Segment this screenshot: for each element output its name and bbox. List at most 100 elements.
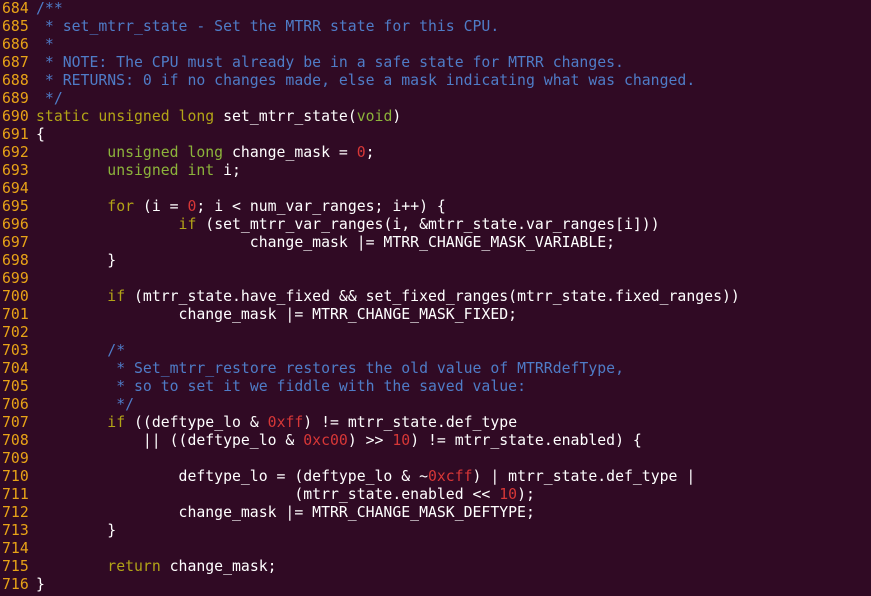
code-text: } — [36, 522, 116, 539]
code-text: unsigned int i; — [36, 162, 241, 179]
code-text: if (set_mtrr_var_ranges(i, &mtrr_state.v… — [36, 216, 660, 233]
code-line[interactable]: 694 — [0, 180, 871, 198]
code-line[interactable]: 714 — [0, 540, 871, 558]
line-number: 695 — [2, 198, 29, 215]
code-line[interactable]: 712 change_mask |= MTRR_CHANGE_MASK_DEFT… — [0, 504, 871, 522]
code-text: * Set_mtrr_restore restores the old valu… — [36, 360, 624, 377]
code-text: unsigned long change_mask = 0; — [36, 144, 375, 161]
code-text: change_mask |= MTRR_CHANGE_MASK_FIXED; — [36, 306, 518, 323]
code-line[interactable]: 698 } — [0, 252, 871, 270]
token-plain: } — [36, 252, 117, 269]
code-line[interactable]: 699 — [0, 270, 871, 288]
code-text: change_mask |= MTRR_CHANGE_MASK_DEFTYPE; — [36, 504, 535, 521]
line-number: 684 — [2, 0, 29, 17]
line-number: 709 — [2, 450, 29, 467]
code-text: * NOTE: The CPU must already be in a saf… — [36, 54, 624, 71]
token-plain: ) >> — [347, 432, 393, 449]
code-text: } — [36, 252, 116, 269]
code-text: (mtrr_state.enabled << 10); — [36, 486, 535, 503]
code-text: static unsigned long set_mtrr_state(void… — [36, 108, 401, 125]
code-editor[interactable]: 684/** 685 * set_mtrr_state - Set the MTR… — [0, 0, 871, 596]
code-line[interactable]: 692 unsigned long change_mask = 0; — [0, 144, 871, 162]
code-line[interactable]: 696 if (set_mtrr_var_ranges(i, &mtrr_sta… — [0, 216, 871, 234]
code-line[interactable]: 702 — [0, 324, 871, 342]
token-plain: change_mask; — [160, 558, 277, 575]
token-keyword: if — [178, 216, 197, 233]
token-plain: (i = — [134, 198, 188, 215]
token-plain: ; — [365, 144, 375, 161]
token-plain: deftype_lo = (deftype_lo & ~ — [36, 468, 428, 485]
code-text: /* — [36, 342, 125, 359]
code-line[interactable]: 715 return change_mask; — [0, 558, 871, 576]
code-line[interactable]: 703 /* — [0, 342, 871, 360]
code-line[interactable]: 695 for (i = 0; i < num_var_ranges; i++)… — [0, 198, 871, 216]
code-text: /** — [36, 0, 63, 17]
line-number: 690 — [2, 108, 29, 125]
code-line[interactable]: 704 * Set_mtrr_restore restores the old … — [0, 360, 871, 378]
code-line[interactable]: 710 deftype_lo = (deftype_lo & ~0xcff) |… — [0, 468, 871, 486]
code-line[interactable]: 713 } — [0, 522, 871, 540]
token-comment: * NOTE: The CPU must already be in a saf… — [36, 54, 624, 71]
code-line[interactable]: 709 — [0, 450, 871, 468]
code-line[interactable]: 685 * set_mtrr_state - Set the MTRR stat… — [0, 18, 871, 36]
code-line[interactable]: 686 * — [0, 36, 871, 54]
line-number: 712 — [2, 504, 29, 521]
token-plain: change_mask |= MTRR_CHANGE_MASK_VARIABLE… — [36, 234, 616, 251]
code-text: } — [36, 576, 45, 593]
code-line[interactable]: 701 change_mask |= MTRR_CHANGE_MASK_FIXE… — [0, 306, 871, 324]
token-number: 0xff — [267, 414, 304, 431]
code-line[interactable]: 708 || ((deftype_lo & 0xc00) >> 10) != m… — [0, 432, 871, 450]
token-plain: (set_mtrr_var_ranges(i, &mtrr_state.var_… — [196, 216, 660, 233]
code-line[interactable]: 688 * RETURNS: 0 if no changes made, els… — [0, 72, 871, 90]
line-number: 687 — [2, 54, 29, 71]
code-line[interactable]: 707 if ((deftype_lo & 0xff) != mtrr_stat… — [0, 414, 871, 432]
token-plain: { — [36, 126, 45, 143]
line-number: 685 — [2, 18, 29, 35]
line-number: 697 — [2, 234, 29, 251]
token-comment: * — [36, 36, 54, 53]
line-number: 693 — [2, 162, 29, 179]
token-plain: change_mask = — [223, 144, 357, 161]
code-line[interactable]: 691 { — [0, 126, 871, 144]
token-number: 0xc00 — [303, 432, 348, 449]
code-line[interactable]: 700 if (mtrr_state.have_fixed && set_fix… — [0, 288, 871, 306]
code-text: if (mtrr_state.have_fixed && set_fixed_r… — [36, 288, 740, 305]
code-text: * so to set it we fiddle with the saved … — [36, 378, 526, 395]
line-number: 699 — [2, 270, 29, 287]
code-line[interactable]: 687 * NOTE: The CPU must already be in a… — [0, 54, 871, 72]
line-number: 711 — [2, 486, 29, 503]
line-number: 694 — [2, 180, 29, 197]
code-line[interactable]: 705 * so to set it we fiddle with the sa… — [0, 378, 871, 396]
token-plain: || ((deftype_lo & — [36, 432, 304, 449]
code-line[interactable]: 689 */ — [0, 90, 871, 108]
token-plain: ) != mtrr_state.def_type — [303, 414, 518, 431]
token-keyword: if — [107, 414, 126, 431]
line-number: 696 — [2, 216, 29, 233]
token-plain: set_mtrr_state( — [214, 108, 357, 125]
code-line[interactable]: 706 */ — [0, 396, 871, 414]
line-number: 692 — [2, 144, 29, 161]
line-number: 706 — [2, 396, 29, 413]
token-number: 0 — [356, 144, 366, 161]
token-comment: /** — [36, 0, 63, 17]
code-text: if ((deftype_lo & 0xff) != mtrr_state.de… — [36, 414, 517, 431]
code-line[interactable]: 716} — [0, 576, 871, 594]
code-line[interactable]: 711 (mtrr_state.enabled << 10); — [0, 486, 871, 504]
token-keyword: if — [107, 288, 126, 305]
code-line[interactable]: 697 change_mask |= MTRR_CHANGE_MASK_VARI… — [0, 234, 871, 252]
code-line[interactable]: 684 /** — [0, 0, 871, 18]
line-number: 688 — [2, 72, 29, 89]
line-number: 691 — [2, 126, 29, 143]
code-line[interactable]: 693 unsigned int i; — [0, 162, 871, 180]
token-keyword: for — [107, 198, 135, 215]
token-number: 0xcff — [427, 468, 473, 485]
code-line[interactable]: 690 static unsigned long set_mtrr_state(v… — [0, 108, 871, 126]
